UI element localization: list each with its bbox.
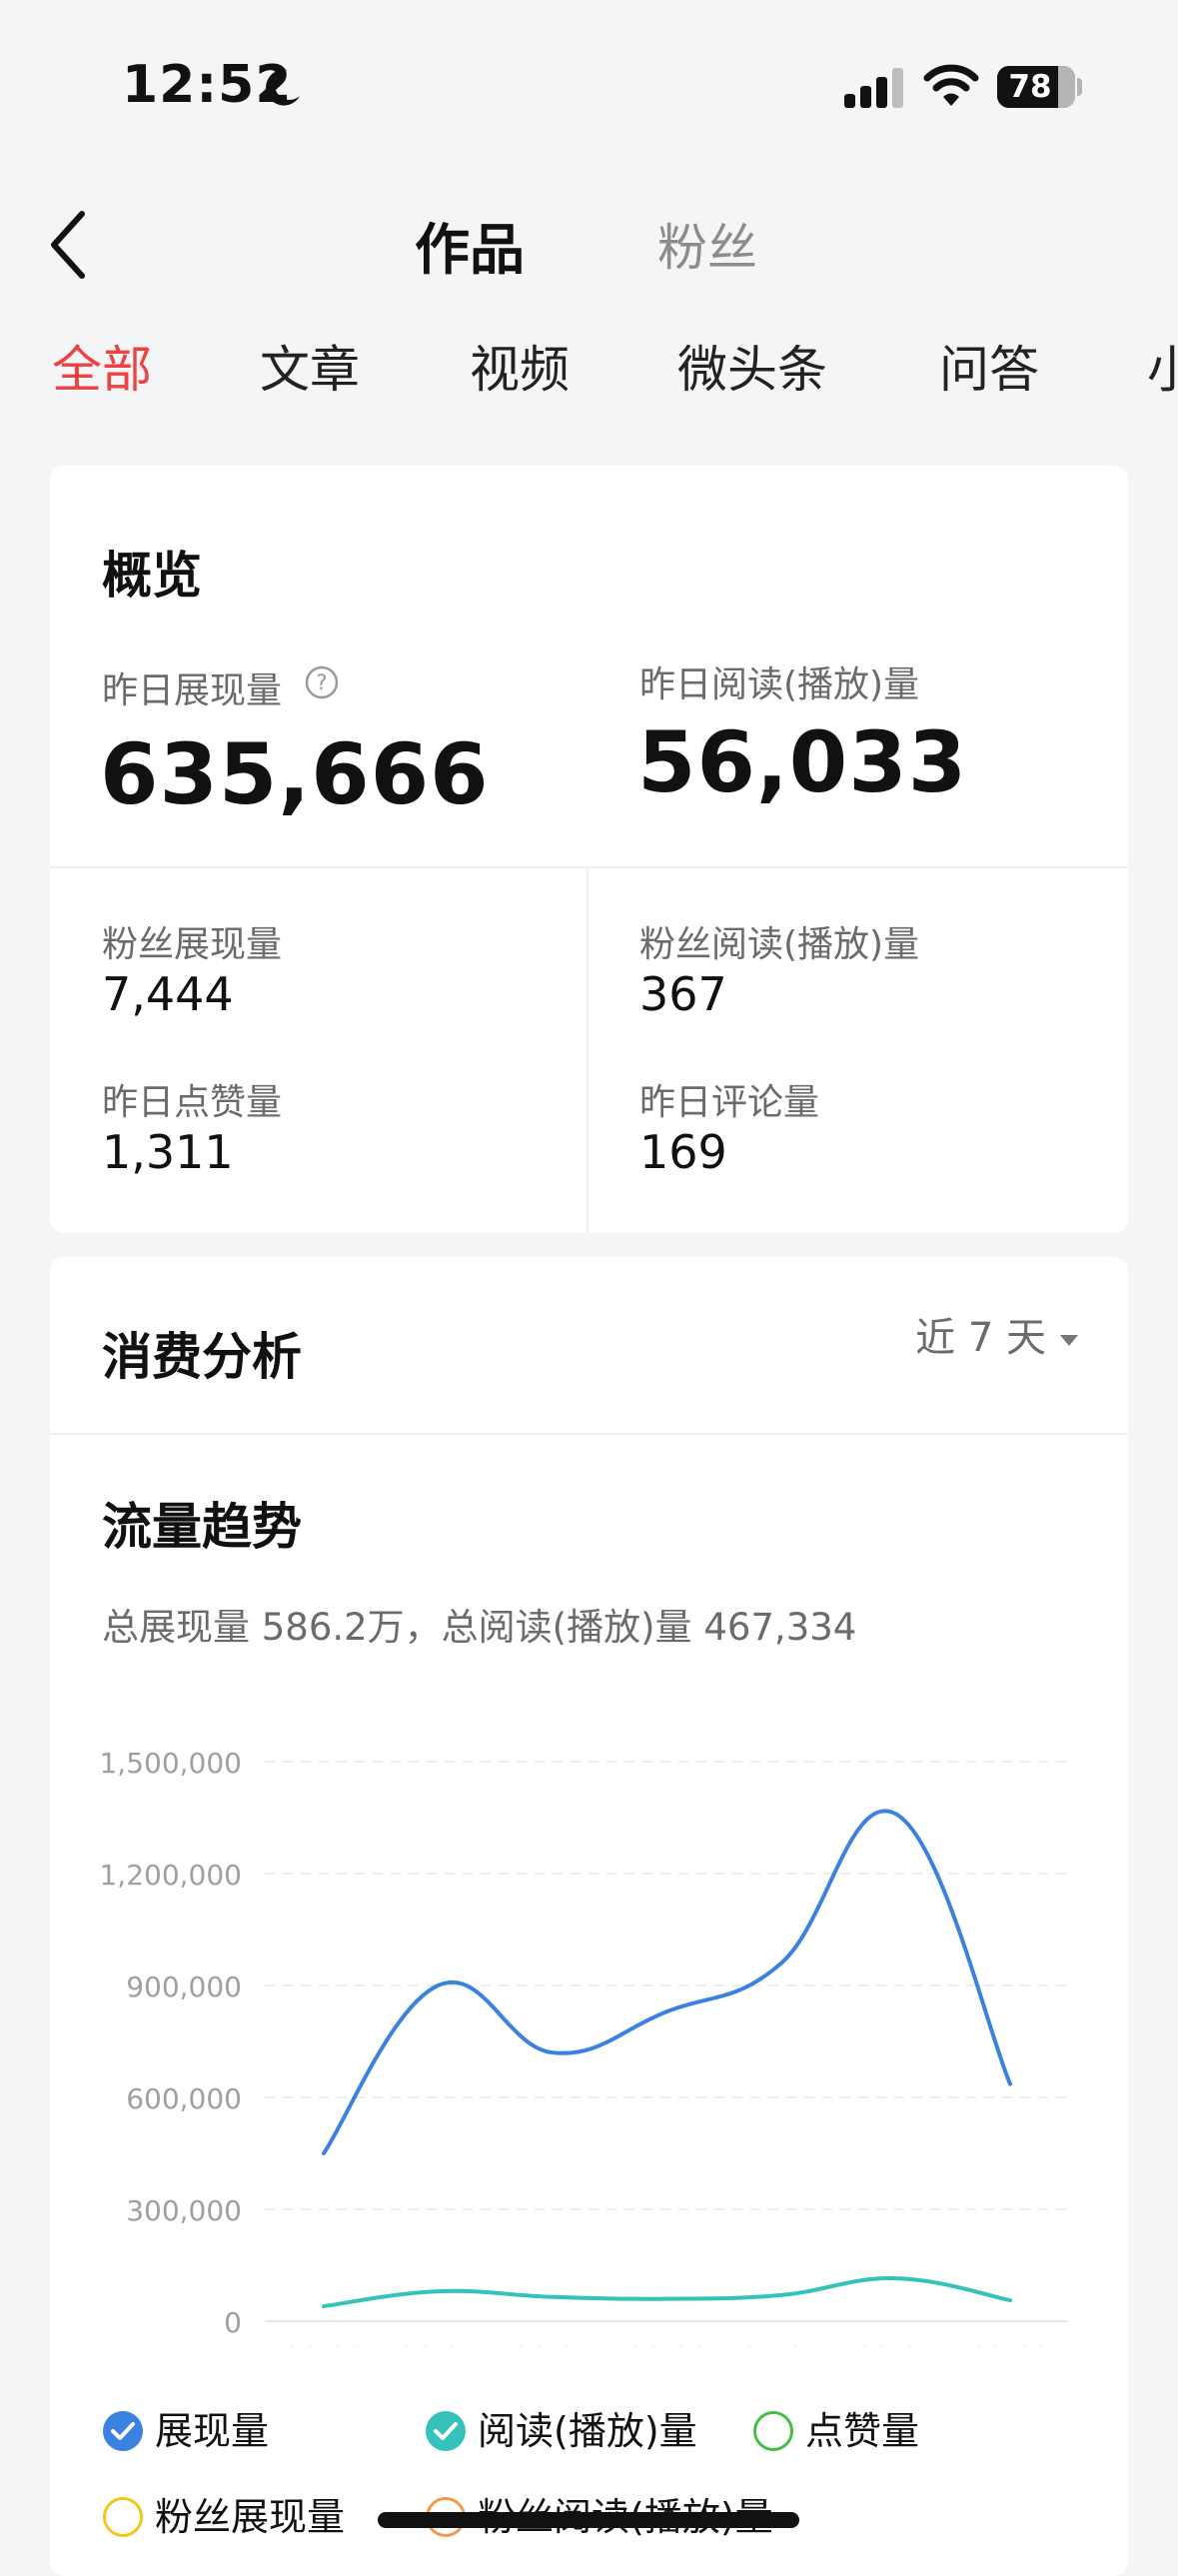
battery-level-text: 78 <box>1008 69 1052 105</box>
y-tick-label: 1,500,000 <box>99 1747 242 1780</box>
legend-label: 展现量 <box>155 2409 270 2453</box>
svg-text:?: ? <box>316 670 327 694</box>
category-tab-all[interactable]: 全部 <box>52 330 152 402</box>
period-label: 近 7 天 <box>915 1315 1046 1361</box>
cellular-signal-icon <box>844 68 903 108</box>
category-tabs: 全部 文章 视频 微头条 问答 小 <box>0 330 1178 400</box>
y-tick-label: 1,200,000 <box>99 1859 242 1892</box>
trend-title: 流量趋势 <box>102 1498 302 1556</box>
series-line-0 <box>322 1809 1012 2155</box>
divider <box>50 866 1128 868</box>
divider <box>50 1433 1128 1435</box>
tab-works[interactable]: 作品 <box>415 205 525 285</box>
series-line-1 <box>322 2276 1012 2309</box>
checked-circle-icon <box>103 2411 143 2451</box>
impressions-label: 昨日展现量 <box>102 670 283 711</box>
impressions-value: 635,666 <box>100 725 490 823</box>
x-tick-label: 09/08 <box>855 2340 936 2346</box>
legend-fill <box>103 2411 143 2451</box>
wifi-icon <box>923 64 979 106</box>
unchecked-circle-icon <box>753 2411 793 2451</box>
battery-indicator: 78 <box>997 66 1075 108</box>
likes-label: 昨日点赞量 <box>102 1082 283 1123</box>
fan-impressions-value: 7,444 <box>102 967 234 1021</box>
x-tick-label: 09/03 <box>284 2340 365 2346</box>
analysis-card: 消费分析 近 7 天 流量趋势 总展现量 586.2万，总阅读(播放)量 467… <box>50 1257 1128 2576</box>
tab-fans[interactable]: 粉丝 <box>657 208 757 280</box>
back-chevron-icon[interactable] <box>48 210 88 280</box>
fan-impressions-label: 粉丝展现量 <box>102 924 283 965</box>
help-icon[interactable]: ? <box>305 665 339 699</box>
legend-label: 粉丝展现量 <box>155 2495 346 2539</box>
category-tab-articles[interactable]: 文章 <box>260 330 360 402</box>
battery-cap <box>1077 78 1082 96</box>
fan-reads-label: 粉丝阅读(播放)量 <box>639 924 920 965</box>
traffic-trend-chart: 0 300,000 600,000 900,000 1,200,000 1,500,000… <box>99 1747 1067 2346</box>
unchecked-circle-icon <box>103 2497 143 2537</box>
y-tick-label: 300,000 <box>126 2194 242 2227</box>
comments-label: 昨日评论量 <box>639 1082 820 1123</box>
category-tab-videos[interactable]: 视频 <box>470 330 570 402</box>
moon-icon <box>266 69 300 106</box>
status-bar: 12:52 78 <box>0 0 1178 150</box>
category-tab-micro-posts[interactable]: 微头条 <box>677 330 827 402</box>
caret-down-icon <box>1060 1334 1078 1346</box>
divider <box>587 868 589 1233</box>
period-dropdown[interactable]: 近 7 天 <box>915 1305 1078 1363</box>
category-tab-mini[interactable]: 小 <box>1147 330 1178 402</box>
legend-label: 阅读(播放)量 <box>478 2409 697 2453</box>
trend-summary: 总展现量 586.2万，总阅读(播放)量 467,334 <box>102 1606 857 1649</box>
comments-value: 169 <box>639 1125 727 1179</box>
legend-label: 点赞量 <box>805 2409 920 2453</box>
x-tick-label: 09/09 <box>970 2340 1051 2346</box>
overview-title: 概览 <box>102 547 202 605</box>
category-tab-qa[interactable]: 问答 <box>939 330 1039 402</box>
y-tick-label: 0 <box>224 2306 242 2339</box>
overview-card: 概览 昨日展现量 ? 635,666 昨日阅读(播放)量 56,033 粉丝展现… <box>50 466 1128 1233</box>
reads-label: 昨日阅读(播放)量 <box>639 664 920 705</box>
analysis-title: 消费分析 <box>102 1328 302 1386</box>
fan-reads-value: 367 <box>639 967 727 1021</box>
reads-value: 56,033 <box>637 713 968 811</box>
y-tick-label: 600,000 <box>126 2082 242 2115</box>
x-tick-label: 09/06 <box>626 2340 707 2346</box>
likes-value: 1,311 <box>102 1125 234 1179</box>
home-indicator <box>378 2512 799 2528</box>
y-tick-label: 900,000 <box>126 1970 242 2003</box>
checked-circle-icon <box>426 2411 466 2451</box>
x-tick-label: 09/05 <box>513 2340 593 2346</box>
x-tick-label: 09/07 <box>741 2340 822 2346</box>
x-tick-label: 09/04 <box>398 2340 479 2346</box>
